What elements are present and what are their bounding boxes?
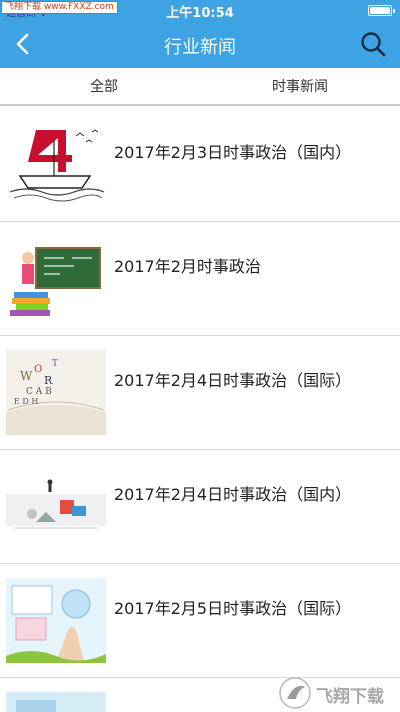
news-thumbnail xyxy=(6,122,106,207)
open-book-illustration-icon: W O R T C A B E D H xyxy=(6,350,106,435)
partial-thumbnail-icon xyxy=(6,692,106,712)
chevron-left-icon xyxy=(16,33,29,55)
page-title: 行业新闻 xyxy=(164,37,236,58)
news-item[interactable]: 2017年2月3日时事政治（国内） xyxy=(0,108,400,222)
svg-text:R: R xyxy=(44,374,53,387)
news-list: 2017年2月3日时事政治（国内） 2017年2月时事政治 W O R T C … xyxy=(0,108,400,712)
news-thumbnail xyxy=(6,692,106,712)
battery-icon xyxy=(368,5,395,16)
news-item[interactable]: 2017年2月时事政治 xyxy=(0,222,400,336)
news-title: 2017年2月时事政治 xyxy=(114,257,261,276)
news-thumbnail xyxy=(6,578,106,663)
news-thumbnail xyxy=(6,236,106,321)
hand-screen-illustration-icon xyxy=(6,578,106,663)
news-title: 2017年2月3日时事政治（国内） xyxy=(114,143,352,162)
news-title: 2017年2月4日时事政治（国际） xyxy=(114,371,352,390)
svg-text:T: T xyxy=(52,359,58,369)
search-icon xyxy=(361,32,386,57)
watermark-bottom-right-text: 飞翔下载 xyxy=(316,687,384,707)
search-button[interactable] xyxy=(358,29,388,59)
watermark-bottom-right: 飞翔下载 xyxy=(278,676,396,710)
svg-text:E D H: E D H xyxy=(14,397,38,406)
news-title: 2017年2月4日时事政治（国内） xyxy=(114,485,352,504)
tab-bar: 全部 时事新闻 xyxy=(0,68,400,106)
watermark-top-left: 飞翔下载 www.FXXZ.com xyxy=(1,1,118,14)
svg-text:O: O xyxy=(34,364,42,375)
news-thumbnail: W O R T C A B E D H xyxy=(6,350,106,435)
svg-text:C A B: C A B xyxy=(26,387,52,397)
svg-text:W: W xyxy=(20,369,33,383)
news-thumbnail xyxy=(6,464,106,549)
tab-all[interactable]: 全部 xyxy=(4,68,204,104)
teacher-illustration-icon xyxy=(6,236,106,321)
boat-illustration-icon xyxy=(6,122,106,207)
tab-current-news[interactable]: 时事新闻 xyxy=(200,68,400,104)
news-item[interactable]: 2017年2月5日时事政治（国际） xyxy=(0,564,400,678)
nav-bar: 行业新闻 xyxy=(0,20,400,68)
back-button[interactable] xyxy=(8,28,40,60)
news-item[interactable]: W O R T C A B E D H 2017年2月4日时事政治（国际） xyxy=(0,336,400,450)
news-title: 2017年2月5日时事政治（国际） xyxy=(114,599,352,618)
news-item[interactable]: 2017年2月4日时事政治（国内） xyxy=(0,450,400,564)
business-illustration-icon xyxy=(6,464,106,549)
